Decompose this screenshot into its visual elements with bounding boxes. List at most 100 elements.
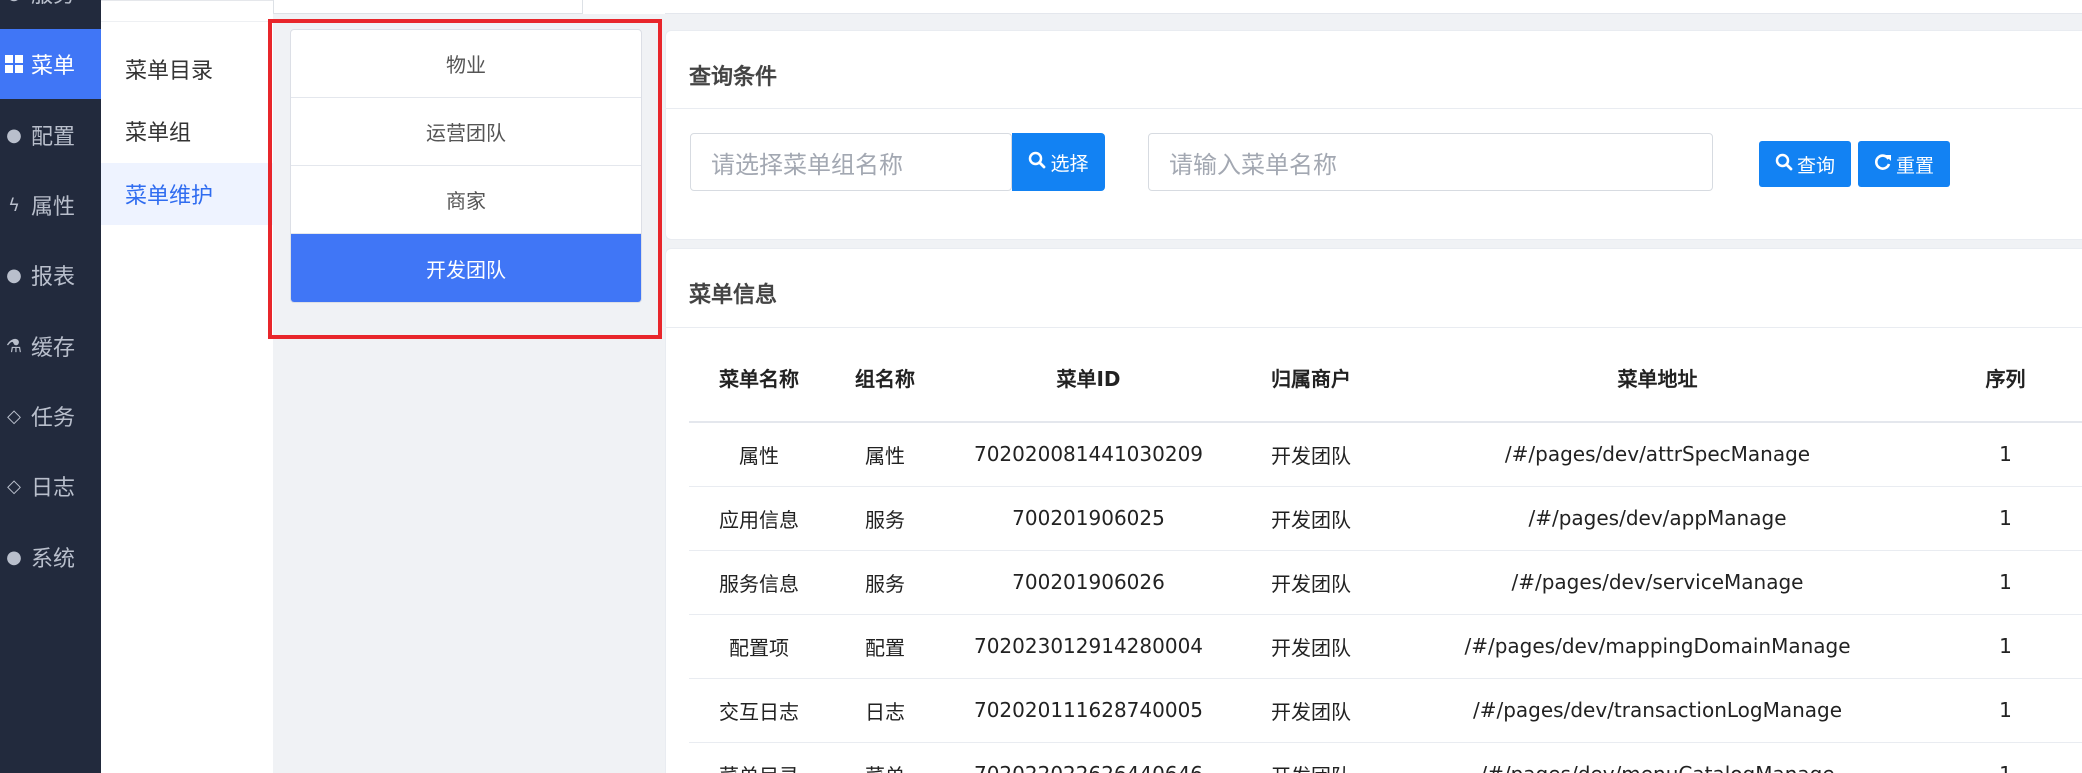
menu-table: 菜单名称 组名称 菜单ID 归属商户 菜单地址 序列 属性 属性 7020200… <box>689 334 2082 773</box>
submenu-item-label: 菜单组 <box>125 121 192 146</box>
submenu-item-label: 菜单目录 <box>125 59 214 84</box>
nav-item-system[interactable]: ● 系统 <box>0 522 101 592</box>
cell-group-name: 菜单 <box>829 742 941 773</box>
group-item-label: 运营团队 <box>426 121 506 145</box>
nav-item-label: 任务 <box>31 406 76 431</box>
cell-menu-name: 服务信息 <box>689 550 829 615</box>
submenu-header <box>101 1 273 22</box>
cell-menu-name: 交互日志 <box>689 678 829 743</box>
menu-name-input[interactable]: 请输入菜单名称 <box>1148 133 1713 191</box>
column-header: 菜单ID <box>941 334 1236 423</box>
select-button-label: 选择 <box>1050 152 1089 175</box>
cell-menu-id: 702023012914280004 <box>941 614 1236 679</box>
table-row[interactable]: 服务信息 服务 700201906026 开发团队 /#/pages/dev/s… <box>689 550 2082 615</box>
search-icon <box>1028 151 1046 174</box>
nav-item-label: 日志 <box>31 476 76 501</box>
column-header: 序列 <box>1929 334 2082 423</box>
cell-menu-name: 属性 <box>689 422 829 487</box>
cell-sequence: 1 <box>1929 422 2082 487</box>
refresh-icon <box>1874 153 1892 176</box>
table-row[interactable]: 配置项 配置 702023012914280004 开发团队 /#/pages/… <box>689 614 2082 679</box>
cell-menu-id: 702020111628740005 <box>941 678 1236 743</box>
column-header: 归属商户 <box>1236 334 1386 423</box>
menu-name-placeholder: 请输入菜单名称 <box>1169 150 1337 179</box>
cell-group-name: 服务 <box>829 486 941 551</box>
column-header: 组名称 <box>829 334 941 423</box>
cell-group-name: 日志 <box>829 678 941 743</box>
nav-item-label: 缓存 <box>31 336 76 361</box>
group-item-label: 物业 <box>446 53 486 77</box>
cell-menu-name: 配置项 <box>689 614 829 679</box>
nav-item-service[interactable]: ● 服务 <box>0 0 101 28</box>
group-item-label: 商家 <box>446 189 486 213</box>
group-item-dev-team[interactable]: 开发团队 <box>291 234 641 302</box>
nav-item-cache[interactable]: ⚗ 缓存 <box>0 311 101 381</box>
nav-item-label: 配置 <box>31 125 76 150</box>
cell-menu-url: /#/pages/dev/menuCatalogManage <box>1386 742 1929 773</box>
main-content: 查询条件 请选择菜单组名称 选择 请输入菜单名称 查询 重置 菜单信息 菜单名称… <box>665 0 2082 773</box>
globe-icon: ● <box>6 546 22 568</box>
query-panel-title: 查询条件 <box>689 65 778 90</box>
table-row[interactable]: 菜单目录 菜单 702022022626440646 开发团队 /#/pages… <box>689 742 2082 773</box>
nav-item-attr[interactable]: ϟ 属性 <box>0 170 101 240</box>
cell-menu-name: 应用信息 <box>689 486 829 551</box>
cell-group-name: 服务 <box>829 550 941 615</box>
nav-item-report[interactable]: ● 报表 <box>0 240 101 310</box>
submenu-item-label: 菜单维护 <box>125 184 214 209</box>
cell-menu-url: /#/pages/dev/attrSpecManage <box>1386 422 1929 487</box>
menu-group-input[interactable]: 请选择菜单组名称 <box>690 133 1012 191</box>
search-button-label: 查询 <box>1796 154 1835 177</box>
submenu-item-menu-catalog[interactable]: 菜单目录 <box>101 38 273 100</box>
query-panel: 查询条件 请选择菜单组名称 选择 请输入菜单名称 查询 重置 <box>665 30 2082 240</box>
table-row[interactable]: 属性 属性 702020081441030209 开发团队 /#/pages/d… <box>689 422 2082 487</box>
cell-merchant: 开发团队 <box>1236 550 1386 615</box>
cell-menu-url: /#/pages/dev/appManage <box>1386 486 1929 551</box>
globe-icon: ● <box>3 0 25 4</box>
nav-item-menu[interactable]: 菜单 <box>0 29 101 99</box>
main-nav: ● 服务 菜单 ● 配置 ϟ 属性 ● 报表 ⚗ 缓存 ◇ 任务 ◇ 日志 ● … <box>0 0 101 773</box>
nav-item-label: 服务 <box>31 0 75 9</box>
table-row[interactable]: 交互日志 日志 702020111628740005 开发团队 /#/pages… <box>689 678 2082 743</box>
cell-menu-url: /#/pages/dev/transactionLogManage <box>1386 678 1929 743</box>
reset-button-label: 重置 <box>1895 154 1934 177</box>
group-item-merchant[interactable]: 商家 <box>291 166 641 234</box>
search-button[interactable]: 查询 <box>1759 141 1851 187</box>
submenu-item-menu-maintain[interactable]: 菜单维护 <box>101 163 273 225</box>
submenu-item-menu-group[interactable]: 菜单组 <box>101 100 273 162</box>
diamond-icon: ◇ <box>7 405 21 427</box>
cell-sequence: 1 <box>1929 486 2082 551</box>
table-row[interactable]: 应用信息 服务 700201906025 开发团队 /#/pages/dev/a… <box>689 486 2082 551</box>
panel-divider <box>666 108 2082 109</box>
top-search-box[interactable] <box>273 0 583 14</box>
nav-item-label: 属性 <box>31 195 76 220</box>
nav-item-label: 报表 <box>31 265 76 290</box>
group-item-property[interactable]: 物业 <box>291 30 641 98</box>
nav-item-label: 菜单 <box>31 54 76 79</box>
group-list-area: 物业 运营团队 商家 开发团队 <box>273 0 683 773</box>
cell-menu-id: 702020081441030209 <box>941 422 1236 487</box>
cell-merchant: 开发团队 <box>1236 486 1386 551</box>
nav-item-label: 系统 <box>31 547 76 572</box>
search-icon <box>1775 153 1793 176</box>
grid-icon <box>3 54 25 74</box>
group-item-operations[interactable]: 运营团队 <box>291 98 641 166</box>
cell-menu-url: /#/pages/dev/mappingDomainManage <box>1386 614 1929 679</box>
globe-icon: ● <box>6 124 22 146</box>
column-header: 菜单地址 <box>1386 334 1929 423</box>
cell-merchant: 开发团队 <box>1236 678 1386 743</box>
nav-item-task[interactable]: ◇ 任务 <box>0 381 101 451</box>
group-item-label: 开发团队 <box>426 257 506 282</box>
cell-sequence: 1 <box>1929 550 2082 615</box>
cell-menu-id: 700201906025 <box>941 486 1236 551</box>
select-button[interactable]: 选择 <box>1012 133 1105 191</box>
flask-icon: ⚗ <box>5 335 23 357</box>
nav-item-log[interactable]: ◇ 日志 <box>0 451 101 521</box>
cell-menu-id: 702022022626440646 <box>941 742 1236 773</box>
column-header: 菜单名称 <box>689 334 829 423</box>
reset-button[interactable]: 重置 <box>1858 141 1950 187</box>
nav-item-config[interactable]: ● 配置 <box>0 100 101 170</box>
menu-info-title: 菜单信息 <box>689 283 778 308</box>
cell-group-name: 属性 <box>829 422 941 487</box>
cell-menu-url: /#/pages/dev/serviceManage <box>1386 550 1929 615</box>
cell-group-name: 配置 <box>829 614 941 679</box>
